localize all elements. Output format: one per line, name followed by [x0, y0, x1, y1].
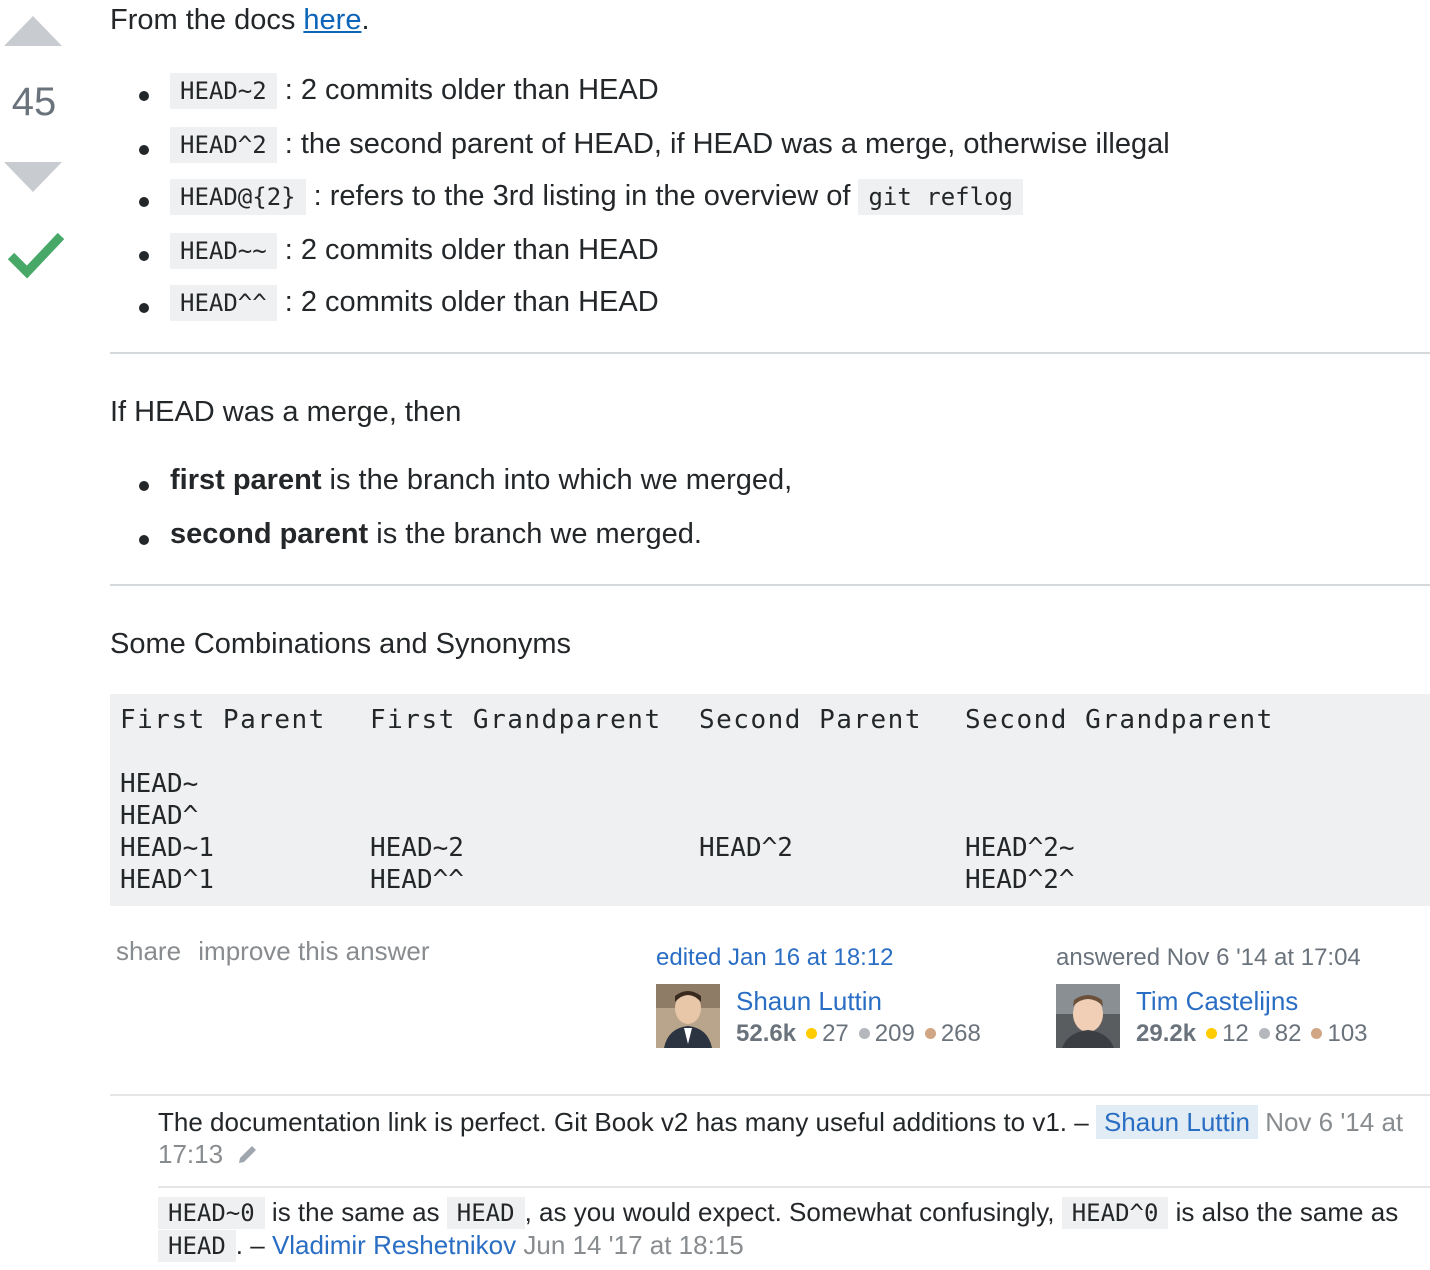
column-header: First Grandparent	[370, 705, 662, 735]
list-item-text: is the branch into which we merged,	[321, 464, 793, 496]
list-item-text: is the branch we merged.	[368, 518, 702, 550]
bronze-badge-count: 268	[940, 1020, 981, 1047]
code-column: HEAD~2 HEAD^^	[370, 833, 464, 895]
comment-text: The documentation link is perfect. Git B…	[158, 1107, 1096, 1137]
edited-timestamp[interactable]: edited Jan 16 at 18:12	[656, 944, 894, 972]
list-item: first parent is the branch into which we…	[138, 464, 793, 497]
list-item: HEAD@{2} : refers to the 3rd listing in …	[139, 179, 1023, 215]
bronze-badge-icon	[924, 1028, 936, 1040]
gold-badge-count: 27	[822, 1020, 849, 1047]
comment: HEAD~0 is the same as HEAD, as you would…	[158, 1196, 1426, 1262]
editor-name[interactable]: Shaun Luttin	[736, 986, 882, 1017]
code-column: HEAD^2~ HEAD^2^	[965, 833, 1075, 895]
comment-text: , as you would expect. Somewhat confusin…	[524, 1197, 1062, 1227]
list-item-text: : the second parent of HEAD, if HEAD was…	[276, 128, 1170, 160]
upvote-arrow-icon[interactable]	[4, 16, 62, 46]
code-column: HEAD~ HEAD^ HEAD~1 HEAD^1	[120, 769, 214, 895]
comment-date[interactable]: Jun 14 '17 at 18:15	[516, 1230, 743, 1260]
gold-badge-count: 12	[1222, 1020, 1249, 1047]
intro-suffix: .	[361, 4, 370, 36]
list-item: HEAD~~ : 2 commits older than HEAD	[139, 233, 659, 269]
silver-badge-icon	[1258, 1028, 1270, 1040]
answerer-signature: answered Nov 6 '14 at 17:04 Tim Castelij…	[1056, 944, 1426, 1054]
comment-user-link[interactable]: Shaun Luttin	[1095, 1105, 1258, 1139]
list-item-text: : refers to the 3rd listing in the overv…	[305, 180, 859, 212]
gold-badge-icon	[1206, 1028, 1218, 1040]
inline-code: HEAD~~	[170, 233, 277, 269]
inline-code: HEAD^^	[170, 285, 277, 321]
reputation-score: 29.2k	[1136, 1020, 1197, 1047]
post-menu: share improve this answer	[116, 936, 439, 967]
bold-term: first parent	[170, 464, 322, 496]
column-header: Second Grandparent	[965, 705, 1274, 735]
comment-text: is also the same as	[1168, 1197, 1399, 1227]
silver-badge-count: 209	[874, 1020, 915, 1047]
list-item-text: : 2 commits older than HEAD	[276, 234, 659, 266]
reputation: 52.6k 27 209 268	[736, 1020, 981, 1048]
downvote-arrow-icon[interactable]	[4, 162, 62, 192]
divider	[110, 584, 1430, 586]
column-header: Second Parent	[699, 705, 922, 735]
inline-code: HEAD	[158, 1230, 236, 1262]
column-header: First Parent	[120, 705, 326, 735]
list-item: HEAD^2 : the second parent of HEAD, if H…	[139, 127, 1170, 163]
list-item-text: : 2 commits older than HEAD	[276, 286, 659, 318]
divider	[110, 352, 1430, 354]
inline-code: HEAD^2	[170, 127, 277, 163]
inline-code: git reflog	[858, 179, 1023, 215]
section-heading: Some Combinations and Synonyms	[110, 628, 572, 660]
list-item: HEAD^^ : 2 commits older than HEAD	[139, 285, 659, 321]
bronze-badge-icon	[1311, 1028, 1323, 1040]
accepted-check-icon	[8, 232, 64, 279]
comments-divider	[110, 1094, 1430, 1096]
list-item-text: : 2 commits older than HEAD	[276, 74, 659, 106]
gold-badge-icon	[806, 1028, 818, 1040]
code-block: First Parent First Grandparent Second Pa…	[110, 694, 1430, 906]
comment-text: . –	[235, 1230, 272, 1260]
editor-signature: edited Jan 16 at 18:12 Shaun Luttin 52.6…	[656, 944, 1036, 1054]
silver-badge-count: 82	[1274, 1020, 1302, 1047]
merge-intro: If HEAD was a merge, then	[110, 396, 462, 428]
list-item: second parent is the branch we merged.	[139, 518, 702, 551]
avatar[interactable]	[1056, 984, 1120, 1048]
answerer-name[interactable]: Tim Castelijns	[1136, 986, 1298, 1017]
bold-term: second parent	[170, 518, 369, 550]
answered-timestamp: answered Nov 6 '14 at 17:04	[1056, 944, 1361, 971]
avatar[interactable]	[656, 984, 720, 1048]
share-link[interactable]: share	[116, 936, 181, 966]
list-item: HEAD~2 : 2 commits older than HEAD	[139, 73, 659, 109]
comment: The documentation link is perfect. Git B…	[158, 1105, 1426, 1170]
silver-badge-icon	[858, 1028, 870, 1040]
inline-code: HEAD^0	[1061, 1197, 1169, 1229]
inline-code: HEAD~0	[158, 1197, 265, 1229]
intro-text: From the docs	[110, 4, 304, 36]
pencil-icon	[239, 1146, 257, 1163]
comment-user-link[interactable]: Vladimir Reshetnikov	[272, 1230, 516, 1260]
improve-answer-link[interactable]: improve this answer	[198, 936, 429, 966]
inline-code: HEAD@{2}	[170, 179, 306, 215]
code-column: HEAD^2	[699, 833, 793, 863]
inline-code: HEAD~2	[170, 73, 277, 109]
docs-link[interactable]: here	[303, 4, 361, 36]
comment-text: is the same as	[264, 1197, 447, 1227]
vote-count: 45	[11, 80, 57, 124]
intro-paragraph: From the docs here.	[110, 4, 370, 37]
bronze-badge-count: 103	[1327, 1020, 1368, 1047]
reputation: 29.2k 12 82 103	[1136, 1020, 1368, 1048]
comments-divider	[158, 1186, 1430, 1188]
inline-code: HEAD	[446, 1197, 525, 1229]
reputation-score: 52.6k	[736, 1020, 797, 1047]
